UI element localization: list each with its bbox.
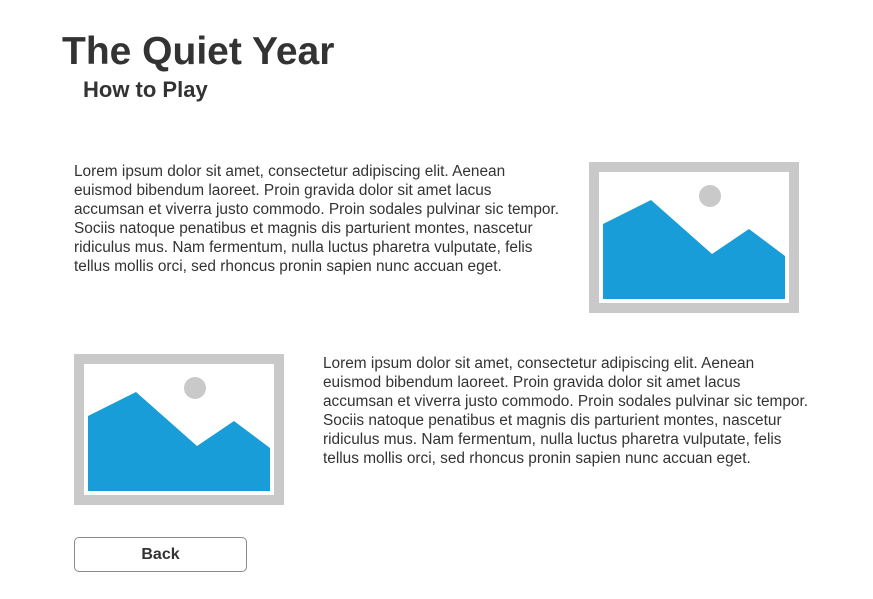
section-1-image <box>589 162 799 313</box>
page-title: The Quiet Year <box>62 30 335 73</box>
page-subtitle: How to Play <box>83 77 208 102</box>
section-1-text: Lorem ipsum dolor sit amet, consectetur … <box>74 163 560 275</box>
image-placeholder-icon <box>599 172 789 303</box>
section-2-image <box>74 354 284 505</box>
back-button[interactable]: Back <box>74 537 247 572</box>
section-2-text: Lorem ipsum dolor sit amet, consectetur … <box>323 355 809 467</box>
how-to-play-page: The Quiet Year How to Play Lorem ipsum d… <box>0 0 873 599</box>
image-placeholder-icon <box>84 364 274 495</box>
